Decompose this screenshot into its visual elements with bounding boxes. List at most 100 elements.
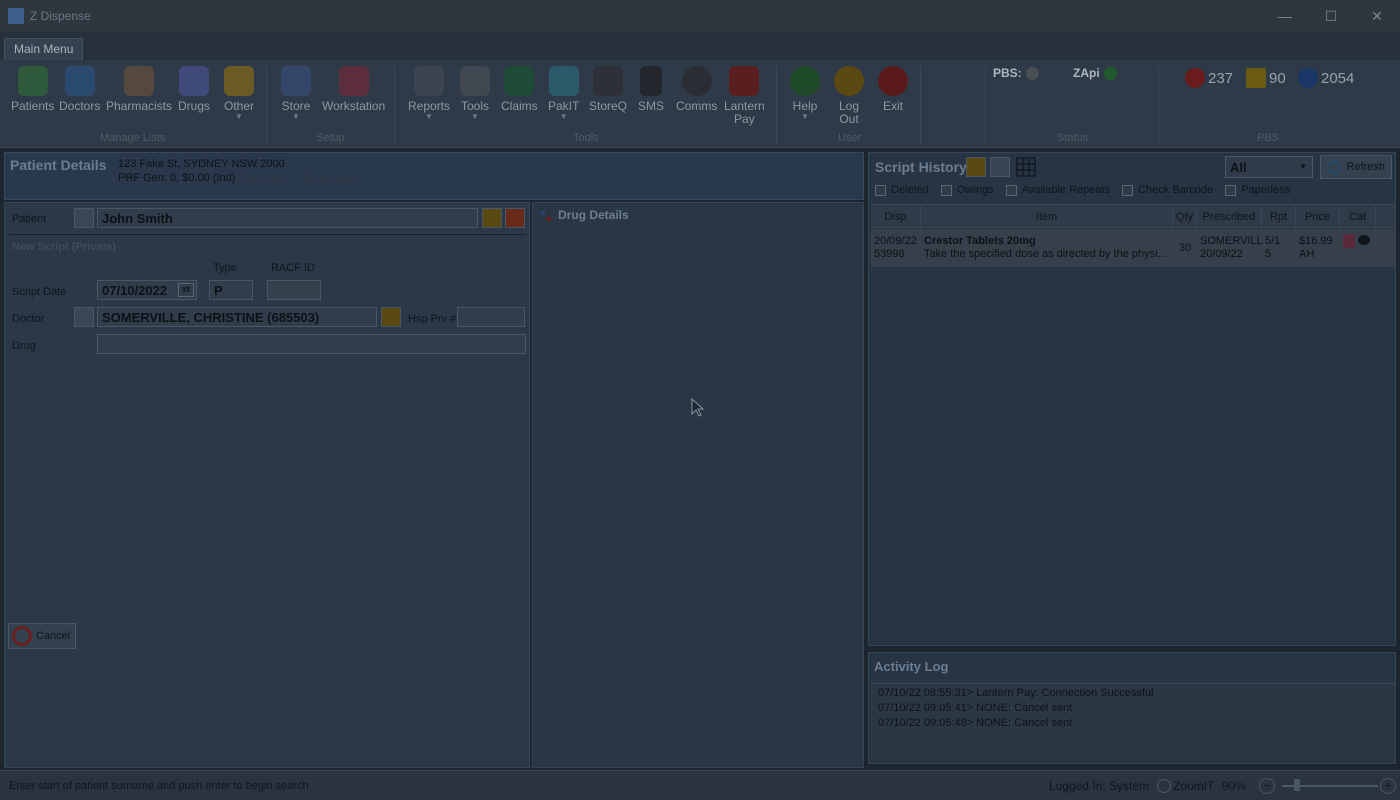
hsp-prv-label: Hsp Prv #: [408, 313, 457, 325]
claims-label: Claims: [501, 99, 538, 113]
exit-power-icon: [878, 66, 908, 96]
lantern-shield-icon: [729, 66, 760, 96]
drug-details-title: Drug Details: [558, 208, 629, 222]
status-bar: Enter start of patient surname and push …: [0, 770, 1400, 800]
history-scatter-icon[interactable]: [990, 157, 1010, 177]
group-divider: [985, 66, 986, 144]
column-header-price[interactable]: Price: [1296, 205, 1340, 229]
calendar-icon[interactable]: 15: [178, 283, 194, 297]
refresh-button[interactable]: Refresh: [1320, 155, 1392, 179]
drugs-button[interactable]: Drugs: [178, 66, 210, 113]
pakit-button[interactable]: PakIT ▼: [548, 66, 579, 121]
ribbon-tab-strip: Main Menu: [0, 32, 1400, 60]
checkbox-check-barcode[interactable]: Check Barcode: [1122, 184, 1213, 196]
group-label-setup: Setup: [316, 132, 345, 144]
checkbox-available-repeats[interactable]: Available Repeats: [1005, 184, 1110, 196]
group-label-status: Status: [1057, 132, 1089, 144]
checkbox-deleted[interactable]: Deleted: [875, 184, 929, 196]
script-date-field[interactable]: 07/10/2022 15: [97, 280, 197, 300]
sms-button[interactable]: SMS: [638, 66, 664, 113]
checkbox-owings[interactable]: Owings: [940, 184, 994, 196]
column-header-qty[interactable]: Qty: [1173, 205, 1197, 229]
drug-search-field[interactable]: [97, 334, 526, 354]
racf-id-label: RACF ID: [271, 262, 315, 274]
zoom-out-button[interactable]: −: [1259, 778, 1275, 794]
info-i-icon: [1298, 68, 1318, 88]
pbs-warning-count[interactable]: 90: [1246, 68, 1286, 88]
column-header-rpt[interactable]: Rpt: [1262, 205, 1296, 229]
doctor-alert-icon[interactable]: [381, 307, 401, 327]
minimize-button[interactable]: —: [1262, 0, 1308, 32]
patient-flag-icon[interactable]: [505, 208, 525, 228]
hsp-prv-field[interactable]: [457, 307, 525, 327]
help-button[interactable]: Help ▼: [790, 66, 820, 121]
other-button[interactable]: Other ▼: [224, 66, 254, 121]
repeats-value: 5/1: [1265, 235, 1281, 247]
pbs-status: PBS:: [993, 66, 1039, 80]
chevron-down-icon: ▼: [559, 112, 568, 121]
checkbox-box[interactable]: [875, 184, 886, 196]
doctors-label: Doctors: [59, 99, 101, 113]
history-filter-select[interactable]: All ▼: [1225, 156, 1313, 178]
checkbox-box[interactable]: [1225, 184, 1237, 196]
pbs-warning-count-value: 90: [1269, 69, 1286, 87]
column-header-item[interactable]: Item: [921, 205, 1173, 229]
group-label-pbs: PBS: [1257, 132, 1280, 144]
script-form-panel: Patient John Smith New Script (Private) …: [4, 202, 530, 768]
zapi-status: ZApi: [1073, 66, 1117, 80]
comms-button[interactable]: Comms: [676, 66, 717, 113]
store-button[interactable]: Store ▼: [281, 66, 311, 121]
logged-in-status: Logged In: System: [1049, 779, 1150, 793]
history-view-icon[interactable]: [966, 157, 986, 177]
type-field[interactable]: P: [209, 280, 253, 300]
patient-alert-icon[interactable]: [482, 208, 502, 228]
disp-date: 20/09/22: [874, 235, 917, 247]
tools-button[interactable]: Tools ▼: [460, 66, 490, 121]
pbs-error-count[interactable]: 237: [1185, 68, 1233, 88]
checkbox-paperless[interactable]: Paperless: [1225, 184, 1290, 196]
checkbox-box[interactable]: [1005, 184, 1017, 196]
group-divider: [1158, 66, 1159, 144]
zoom-slider-thumb[interactable]: [1294, 779, 1300, 791]
patient-lookup-button[interactable]: [74, 208, 94, 228]
reports-button[interactable]: Reports ▼: [408, 66, 450, 121]
group-divider: [266, 66, 267, 144]
lantern-pay-button[interactable]: Lantern Pay: [724, 66, 765, 126]
claims-button[interactable]: Claims: [501, 66, 538, 113]
workstation-button[interactable]: Workstation: [322, 66, 385, 113]
chevron-down-icon: ▼: [1299, 162, 1307, 171]
activity-log-list[interactable]: 07/10/22 08:55:31> Lantern Pay: Connecti…: [871, 683, 1395, 761]
exit-button[interactable]: Exit: [878, 66, 908, 113]
patient-label: Patient: [12, 213, 47, 225]
patients-button[interactable]: Patients: [11, 66, 54, 113]
table-row[interactable]: 20/09/22 53998 Crestor Tablets 20mg Take…: [871, 229, 1395, 267]
doctors-button[interactable]: Doctors: [59, 66, 100, 113]
racf-id-field[interactable]: [267, 280, 321, 300]
column-header-prescribed[interactable]: Prescribed: [1197, 205, 1262, 229]
cancel-button[interactable]: Cancel: [8, 623, 76, 649]
checkbox-box[interactable]: [940, 184, 952, 196]
doctor-field[interactable]: SOMERVILLE, CHRISTINE (685503): [97, 307, 377, 327]
log-entry: 07/10/22 09:05:41> NONE: Cancel sent: [878, 702, 1073, 714]
zoom-in-button[interactable]: +: [1380, 778, 1396, 794]
column-header-cat[interactable]: Cat: [1340, 205, 1376, 229]
refresh-icon: [1327, 160, 1341, 174]
history-grid-icon[interactable]: [1016, 157, 1036, 177]
group-divider: [920, 66, 921, 144]
column-header-disp[interactable]: Disp: [871, 205, 921, 229]
checkbox-box[interactable]: [1122, 184, 1134, 196]
pbs-info-count[interactable]: 2054: [1298, 68, 1354, 88]
group-divider: [776, 66, 777, 144]
tab-main-menu[interactable]: Main Menu: [4, 38, 84, 60]
checkbox-label: Check Barcode: [1138, 184, 1214, 196]
patient-details-title: Patient Details: [10, 157, 107, 173]
repeats-remaining: 5: [1265, 248, 1272, 260]
patient-field[interactable]: John Smith: [97, 208, 478, 228]
pharmacists-button[interactable]: Pharmacists: [106, 66, 172, 113]
storeq-button[interactable]: StoreQ: [589, 66, 627, 113]
maximize-button[interactable]: ☐: [1308, 0, 1354, 32]
refresh-label: Refresh: [1346, 161, 1385, 173]
doctor-lookup-button[interactable]: [74, 307, 94, 327]
close-button[interactable]: ✕: [1354, 0, 1400, 32]
logout-button[interactable]: Log Out: [834, 66, 864, 126]
